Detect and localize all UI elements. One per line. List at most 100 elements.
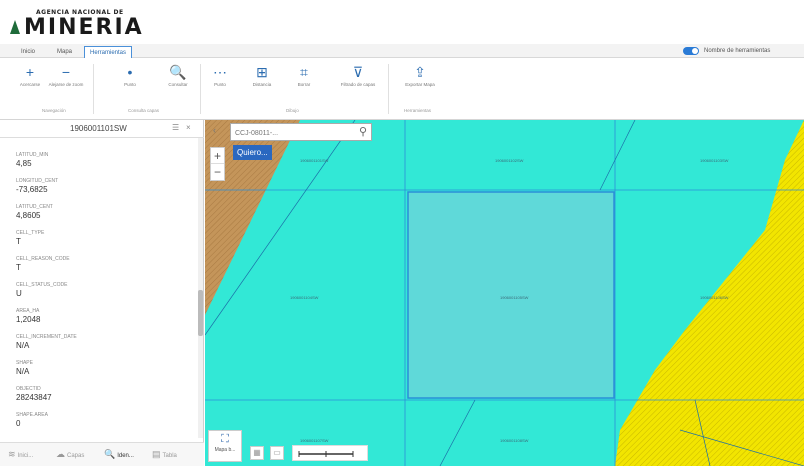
point-query-button[interactable]: • Punto	[110, 62, 150, 88]
app-header: AGENCIA NACIONAL DE MINERIA	[0, 0, 804, 44]
tab-herramientas[interactable]: Herramientas	[84, 46, 133, 58]
attribute-value: 4,8605	[16, 211, 41, 220]
attribute-item: CELL_TYPE T	[16, 230, 44, 246]
tool-names-toggle-label: Nombre de herramientas	[704, 48, 771, 54]
attribute-key: CELL_STATUS_CODE	[16, 282, 68, 288]
group-label-dibujo: Dibujo	[286, 108, 299, 113]
cell-label: 1906001101SW	[300, 158, 329, 163]
tab-mapa[interactable]: Mapa	[52, 46, 77, 58]
zoom-in-button[interactable]: + Acercarse	[10, 62, 50, 88]
attribute-key: SHAPE.AREA	[16, 412, 48, 418]
bottom-tab-inicio[interactable]: ≋ Inici...	[8, 449, 33, 460]
zoom-in-icon: +	[25, 64, 35, 80]
attribute-item: SHAPE.AREA 0	[16, 412, 48, 428]
layer-filter-button[interactable]: ⊽ Filtrado de capas	[338, 62, 378, 88]
logo-title: MINERIA	[24, 15, 144, 40]
layers-icon: ≋	[8, 449, 16, 459]
bottom-tab-tabla[interactable]: ▤ Tabla	[152, 449, 177, 460]
filter-icon: ⊽	[352, 64, 364, 80]
dots-icon: ⋯	[213, 64, 227, 80]
attribute-item: LATITUD_MIN 4,85	[16, 152, 48, 168]
group-label-navegacion: Navegación	[42, 108, 66, 113]
zoom-out-button[interactable]: −	[211, 164, 224, 180]
map-canvas[interactable]: 1906001101SW 1906001102SW 1906001103SW 1906…	[205, 120, 804, 466]
consult-button[interactable]: 🔍 Consultar	[158, 62, 198, 88]
ribbon-divider	[93, 64, 94, 114]
previous-icon[interactable]: ‹	[213, 125, 216, 135]
group-label-herramientas: Herramientas	[404, 108, 432, 113]
clear-drawing-button[interactable]: ⌗ Borrar	[284, 62, 324, 88]
attribute-value: U	[16, 289, 22, 298]
attribute-value: T	[16, 263, 21, 272]
attribute-key: CELL_INCREMENT_DATE	[16, 334, 77, 340]
attribute-value: -73,6825	[16, 185, 48, 194]
zoom-in-button[interactable]: +	[211, 148, 224, 164]
panel-scrollbar[interactable]	[198, 138, 203, 438]
panel-header: 1906001101SW ☰ ×	[0, 120, 204, 138]
bottom-tab-identificar[interactable]: 🔍 Iden...	[104, 449, 134, 460]
attribute-key: LATITUD_CENT	[16, 204, 53, 210]
attribute-value: T	[16, 237, 21, 246]
attribute-item: CELL_STATUS_CODE U	[16, 282, 68, 298]
measure-distance-button[interactable]: ⊞ Distancia	[242, 62, 282, 88]
attribute-key: OBJECTID	[16, 386, 41, 392]
attribute-value: 1,2048	[16, 315, 41, 324]
cell-label: 1906001107SW	[300, 438, 329, 443]
bottom-tab-capas[interactable]: ☁ Capas	[56, 449, 84, 460]
cell-label: 1906001106SW	[700, 295, 729, 300]
attribute-key: AREA_HA	[16, 308, 40, 314]
logo-icon	[10, 20, 20, 34]
scale-bar	[292, 445, 368, 461]
tool-names-toggle[interactable]	[683, 47, 699, 55]
search-icon[interactable]: ⚲	[359, 125, 367, 138]
cell-label: 1906001105SW	[500, 295, 529, 300]
attribute-value: 0	[16, 419, 21, 428]
basemap-button[interactable]: ⛶ Mapa b...	[208, 430, 242, 462]
tab-inicio[interactable]: Inicio	[16, 46, 40, 58]
attribute-key: CELL_TYPE	[16, 230, 45, 236]
panel-scroll-thumb[interactable]	[198, 290, 203, 336]
ribbon-divider	[388, 64, 389, 114]
attribute-item: AREA_HA 1,2048	[16, 308, 40, 324]
draw-point-button[interactable]: ⋯ Punto	[200, 62, 240, 88]
search-icon: 🔍	[104, 449, 116, 459]
attribute-key: LATITUD_MIN	[16, 152, 49, 158]
attribute-key: CELL_REASON_CODE	[16, 256, 70, 262]
cell-label: 1906001103SW	[700, 158, 729, 163]
zoom-control: + −	[210, 147, 225, 181]
magnify-icon: 🔍	[169, 64, 187, 80]
attribute-item: CELL_INCREMENT_DATE N/A	[16, 334, 77, 350]
attribute-value: 28243847	[16, 393, 52, 402]
attribute-value: N/A	[16, 367, 30, 376]
cloud-icon: ☁	[56, 449, 65, 459]
attribute-item: CELL_REASON_CODE T	[16, 256, 70, 272]
basemap-icon: ⛶	[221, 433, 229, 445]
search-input[interactable]	[235, 127, 353, 139]
export-map-button[interactable]: ⇪ Exportar Mapa	[400, 62, 440, 88]
identify-panel: 1906001101SW ☰ × LATITUD_MIN 4,85 LONGITUD…	[0, 120, 204, 466]
cell-label: 1906001102SW	[495, 158, 524, 163]
measure-icon: ⊞	[256, 64, 268, 80]
panel-bottom-tabs: ≋ Inici... ☁ Capas 🔍 Iden... ▤ Tabla	[0, 442, 204, 466]
zoom-out-icon: −	[61, 64, 71, 80]
ribbon-toolbar: + Acercarse − Alejarse de zoom • Punto 🔍…	[0, 58, 804, 120]
point-icon: •	[127, 64, 133, 80]
attribute-item: LATITUD_CENT 4,8605	[16, 204, 53, 220]
attribute-value: 4,85	[16, 159, 32, 168]
quiero-button[interactable]: Quiero...	[233, 145, 272, 160]
close-icon[interactable]: ×	[186, 123, 191, 132]
attribute-item: LONGITUD_CENT -73,6825	[16, 178, 58, 194]
zoom-out-button[interactable]: − Alejarse de zoom	[46, 62, 86, 88]
map-search: ⚲	[230, 123, 372, 141]
attribute-item: SHAPE N/A	[16, 360, 33, 376]
panel-title: 1906001101SW	[70, 124, 127, 133]
cell-label: 1906001104SW	[290, 295, 319, 300]
table-icon: ▤	[152, 449, 161, 459]
group-label-consulta: Consulta capas	[128, 108, 160, 113]
map-tool-button[interactable]: ▭	[270, 446, 284, 460]
map-tool-button[interactable]: ▦	[250, 446, 264, 460]
clear-icon: ⌗	[300, 64, 308, 80]
list-icon[interactable]: ☰	[172, 123, 179, 132]
attribute-item: OBJECTID 28243847	[16, 386, 52, 402]
map-layers	[205, 120, 804, 466]
